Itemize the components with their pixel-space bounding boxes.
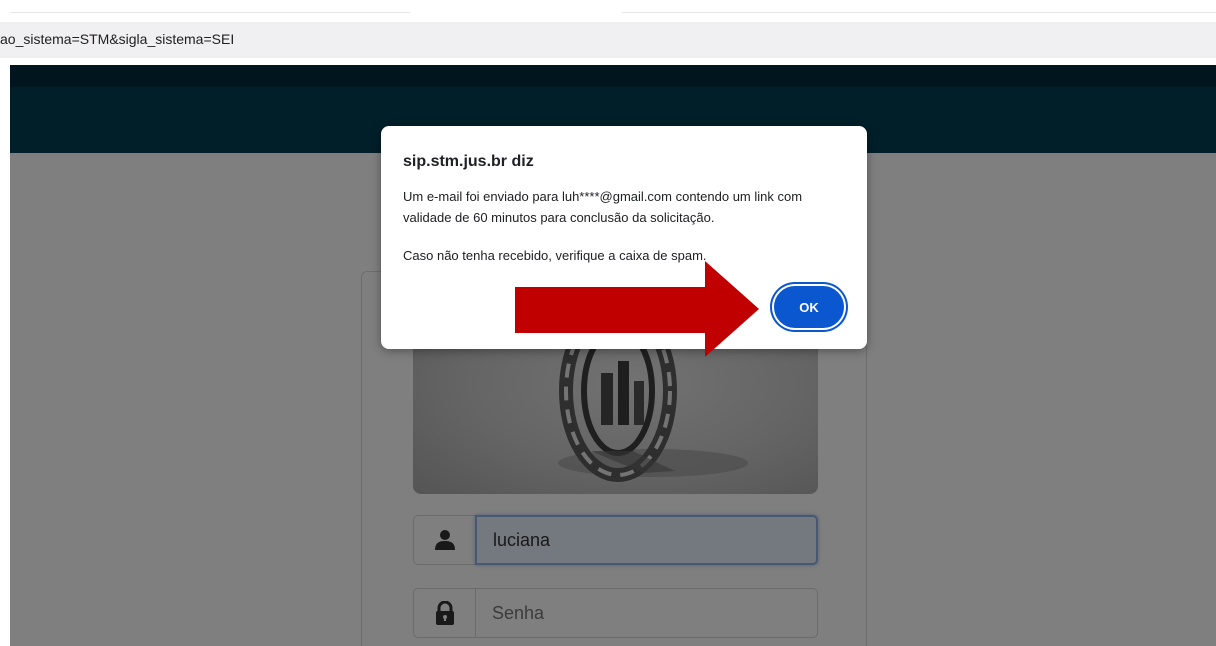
browser-tabstrip	[0, 0, 1216, 22]
url-text[interactable]: ao_sistema=STM&sigla_sistema=SEI	[0, 31, 234, 47]
page-viewport: sip.stm.jus.br diz Um e-mail foi enviado…	[10, 65, 1216, 646]
window-edge	[0, 65, 10, 646]
ok-button[interactable]: OK	[774, 286, 844, 328]
tab-divider	[10, 12, 410, 13]
dialog-title: sip.stm.jus.br diz	[403, 153, 534, 170]
address-bar[interactable]: ao_sistema=STM&sigla_sistema=SEI	[0, 22, 1216, 58]
chrome-gap	[0, 58, 1216, 65]
dialog-message-line1: Um e-mail foi enviado para luh****@gmail…	[403, 189, 803, 225]
dialog-message: Um e-mail foi enviado para luh****@gmail…	[403, 186, 853, 266]
tab-divider	[622, 12, 1216, 13]
red-arrow-right-icon	[515, 261, 759, 357]
